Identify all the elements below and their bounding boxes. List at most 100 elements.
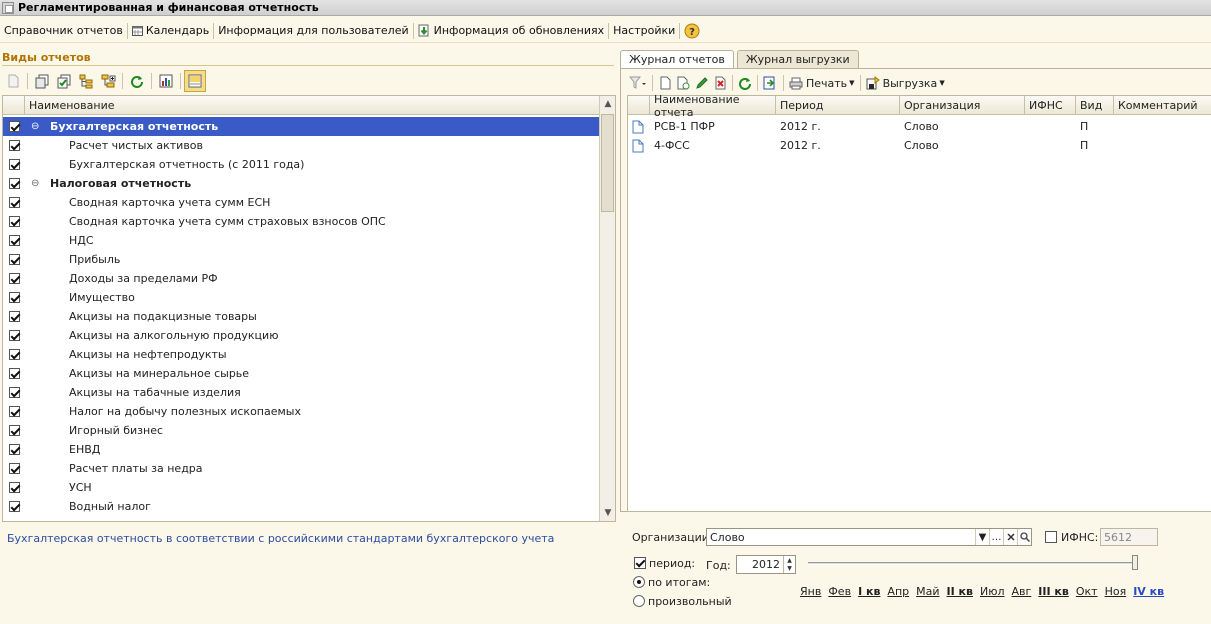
column-organization[interactable]: Организация	[900, 96, 1025, 115]
organization-field[interactable]: Слово ▼ …	[706, 528, 1032, 546]
row-checkbox[interactable]	[9, 482, 20, 493]
menu-user-info[interactable]: Информация для пользователей	[214, 21, 412, 41]
menu-calendar[interactable]: Календарь	[128, 21, 213, 41]
quarter-2[interactable]: II кв	[947, 585, 973, 599]
year-spinner[interactable]: ▲ ▼	[783, 556, 795, 573]
refresh-journal-button[interactable]	[736, 73, 754, 93]
row-checkbox[interactable]	[9, 159, 20, 170]
edit-report-button[interactable]	[693, 73, 711, 93]
tree-item-row[interactable]: Акцизы на подакцизные товары	[3, 307, 599, 326]
tree-item-row[interactable]: Доходы за пределами РФ	[3, 269, 599, 288]
collapse-icon[interactable]: ⊖	[31, 178, 39, 189]
period-slider-track[interactable]	[808, 562, 1138, 565]
tree-item-row[interactable]: Сводная карточка учета сумм страховых вз…	[3, 212, 599, 231]
row-checkbox[interactable]	[9, 273, 20, 284]
tree-group-row[interactable]: ⊖ Бухгалтерская отчетность	[3, 117, 599, 136]
scroll-up-arrow[interactable]: ▲	[600, 96, 615, 112]
month-jul[interactable]: Июл	[980, 585, 1005, 599]
org-search-button[interactable]	[1017, 529, 1031, 545]
tree-item-row[interactable]: Имущество	[3, 288, 599, 307]
month-jan[interactable]: Янв	[800, 585, 821, 599]
row-checkbox[interactable]	[9, 121, 20, 132]
checkbox-column-header[interactable]	[3, 96, 25, 114]
column-report-name[interactable]: Наименование отчета	[650, 93, 776, 119]
row-checkbox[interactable]	[9, 197, 20, 208]
tree-item-row[interactable]: Игорный бизнес	[3, 421, 599, 440]
quarter-4[interactable]: IV кв	[1133, 585, 1164, 599]
column-comment[interactable]: Комментарий	[1114, 96, 1211, 115]
ifns-checkbox[interactable]	[1045, 531, 1057, 543]
tree-item-row[interactable]: Сводная карточка учета сумм ЕСН	[3, 193, 599, 212]
check-all-button[interactable]	[53, 70, 75, 92]
tree-item-row[interactable]: Акцизы на минеральное сырье	[3, 364, 599, 383]
tree-item-row[interactable]: ЕНВД	[3, 440, 599, 459]
tree-item-row[interactable]: Акцизы на нефтепродукты	[3, 345, 599, 364]
row-checkbox[interactable]	[9, 406, 20, 417]
tree-item-row[interactable]: Налог на добычу полезных ископаемых	[3, 402, 599, 421]
collapse-tree-button[interactable]	[97, 70, 119, 92]
print-menu-button[interactable]: Печать ▼	[787, 73, 857, 93]
tree-item-row[interactable]: Прибыль	[3, 250, 599, 269]
scroll-thumb[interactable]	[601, 114, 614, 212]
delete-report-button[interactable]	[711, 73, 729, 93]
copy-button[interactable]	[31, 70, 53, 92]
menu-reports-directory[interactable]: Справочник отчетов	[0, 21, 127, 41]
tree-item-row[interactable]: Водный налог	[3, 497, 599, 516]
tab-export-journal[interactable]: Журнал выгрузки	[736, 50, 859, 68]
quarter-1[interactable]: I кв	[858, 585, 880, 599]
row-checkbox[interactable]	[9, 292, 20, 303]
tree-item-row[interactable]: Акцизы на табачные изделия	[3, 383, 599, 402]
copy-report-button[interactable]	[674, 73, 693, 93]
row-checkbox[interactable]	[9, 216, 20, 227]
tree-scrollbar[interactable]: ▲ ▼	[599, 96, 615, 521]
row-checkbox[interactable]	[9, 444, 20, 455]
scroll-down-arrow[interactable]: ▼	[600, 505, 615, 521]
month-feb[interactable]: Фев	[828, 585, 851, 599]
row-checkbox[interactable]	[9, 349, 20, 360]
row-checkbox[interactable]	[9, 425, 20, 436]
column-kind[interactable]: Вид	[1076, 96, 1114, 115]
tree-item-row[interactable]: Акцизы на алкогольную продукцию	[3, 326, 599, 345]
quarter-3[interactable]: III кв	[1038, 585, 1069, 599]
show-description-button[interactable]	[184, 70, 206, 92]
ifns-field[interactable]: 5612	[1100, 528, 1158, 546]
org-clear-button[interactable]	[1003, 529, 1017, 545]
month-aug[interactable]: Авг	[1012, 585, 1032, 599]
column-ifns[interactable]: ИФНС	[1025, 96, 1076, 115]
filter-button[interactable]	[627, 73, 649, 93]
row-checkbox[interactable]	[9, 330, 20, 341]
row-checkbox[interactable]	[9, 501, 20, 512]
spin-down-icon[interactable]: ▼	[787, 565, 792, 572]
table-row[interactable]: РСВ-1 ПФР 2012 г. Слово П	[628, 117, 1211, 136]
menu-update-info[interactable]: Информация об обновлениях	[414, 21, 609, 41]
menu-settings[interactable]: Настройки	[609, 21, 679, 41]
tree-item-row[interactable]: Расчет чистых активов	[3, 136, 599, 155]
new-report-button[interactable]	[2, 70, 24, 92]
month-apr[interactable]: Апр	[887, 585, 909, 599]
period-checkbox[interactable]	[634, 557, 646, 569]
refresh-button[interactable]	[126, 70, 148, 92]
org-select-button[interactable]: …	[989, 529, 1003, 545]
month-oct[interactable]: Окт	[1076, 585, 1098, 599]
row-checkbox[interactable]	[9, 368, 20, 379]
tree-item-row[interactable]: Бухгалтерская отчетность (с 2011 года)	[3, 155, 599, 174]
tree-item-row[interactable]: УСН	[3, 478, 599, 497]
spin-up-icon[interactable]: ▲	[787, 557, 792, 564]
send-report-button[interactable]	[761, 73, 780, 93]
add-report-button[interactable]	[656, 73, 674, 93]
year-field[interactable]: 2012 ▲ ▼	[736, 555, 796, 574]
row-checkbox[interactable]	[9, 463, 20, 474]
collapse-icon[interactable]: ⊖	[31, 121, 39, 132]
row-checkbox[interactable]	[9, 311, 20, 322]
period-slider-thumb[interactable]	[1132, 555, 1138, 570]
column-period[interactable]: Период	[776, 96, 900, 115]
by-totals-radio[interactable]	[633, 576, 645, 588]
table-row[interactable]: 4-ФСС 2012 г. Слово П	[628, 136, 1211, 155]
tree-group-row[interactable]: ⊖ Налоговая отчетность	[3, 174, 599, 193]
arbitrary-radio[interactable]	[633, 595, 645, 607]
month-nov[interactable]: Ноя	[1105, 585, 1127, 599]
tree-item-row[interactable]: НДС	[3, 231, 599, 250]
export-menu-button[interactable]: Выгрузка ▼	[864, 73, 947, 93]
row-checkbox[interactable]	[9, 235, 20, 246]
row-checkbox[interactable]	[9, 140, 20, 151]
